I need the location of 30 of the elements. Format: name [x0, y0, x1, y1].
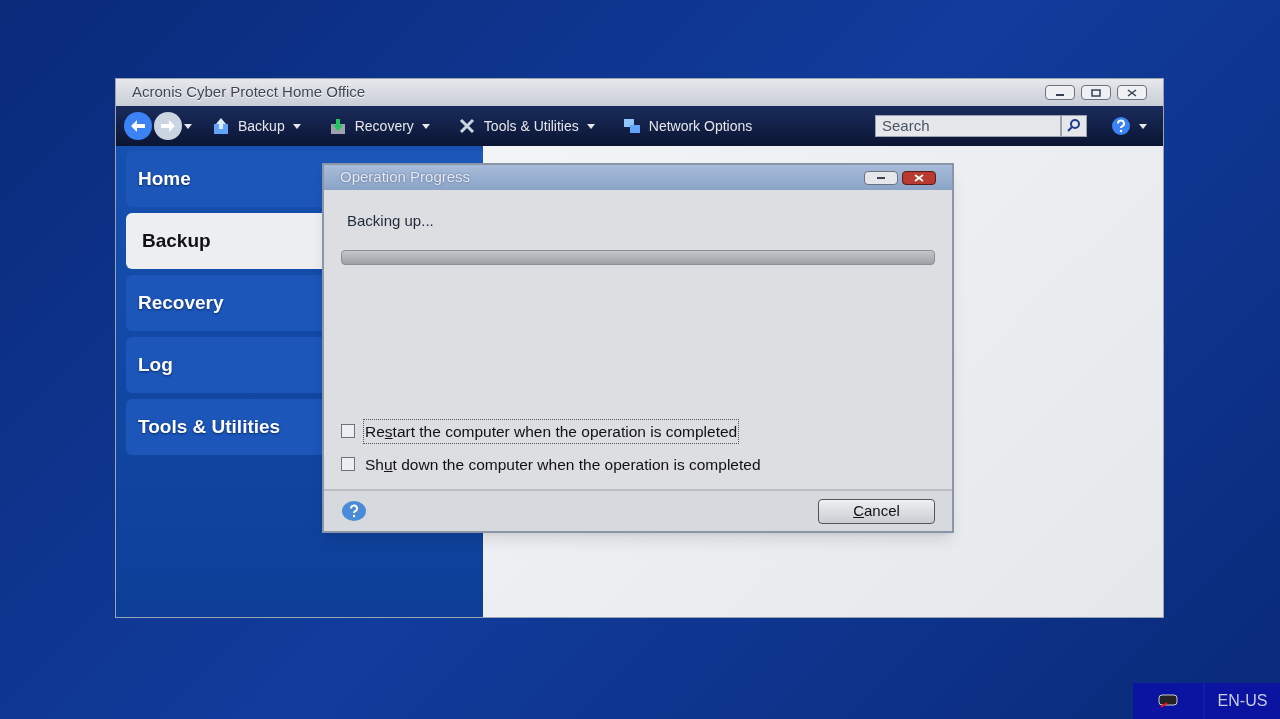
toolbar-menu-button[interactable]: Network Options: [614, 111, 761, 141]
language-indicator[interactable]: EN-US: [1205, 683, 1280, 719]
network-icon: [622, 117, 641, 135]
caret-icon: [421, 123, 430, 129]
caret-icon: [1139, 123, 1147, 129]
maximize-icon[interactable]: [1081, 85, 1111, 100]
tools-icon: [457, 117, 476, 135]
checkbox[interactable]: [341, 457, 355, 472]
cancel-button[interactable]: Cancel: [818, 498, 935, 524]
minimize-icon[interactable]: [1045, 85, 1075, 100]
upload-box-icon: [212, 117, 230, 135]
status-text: Backing up...: [346, 211, 435, 231]
keyboard-icon[interactable]: [1158, 694, 1178, 708]
window-title: Acronis Cyber Protect Home Office: [132, 82, 367, 103]
minimize-icon[interactable]: [864, 170, 898, 185]
close-icon[interactable]: [1117, 85, 1147, 100]
checkbox[interactable]: [341, 424, 355, 439]
download-box-icon: [328, 117, 347, 135]
search-icon[interactable]: [1061, 115, 1087, 137]
help-icon[interactable]: [1111, 116, 1131, 136]
caret-icon: [586, 123, 595, 129]
caret-icon: [184, 123, 192, 129]
toolbar-menu-button[interactable]: Recovery: [320, 111, 438, 141]
close-icon[interactable]: [902, 170, 936, 185]
toolbar-menu-button[interactable]: Backup: [204, 111, 309, 141]
search-field[interactable]: Search: [875, 115, 1061, 137]
toolbar-menu-button[interactable]: Tools & Utilities: [449, 111, 603, 141]
caret-icon: [292, 123, 301, 129]
checkbox-label[interactable]: Restart the computer when the operation is completed: [363, 418, 740, 444]
dialog-title: Operation Progress: [340, 167, 472, 188]
